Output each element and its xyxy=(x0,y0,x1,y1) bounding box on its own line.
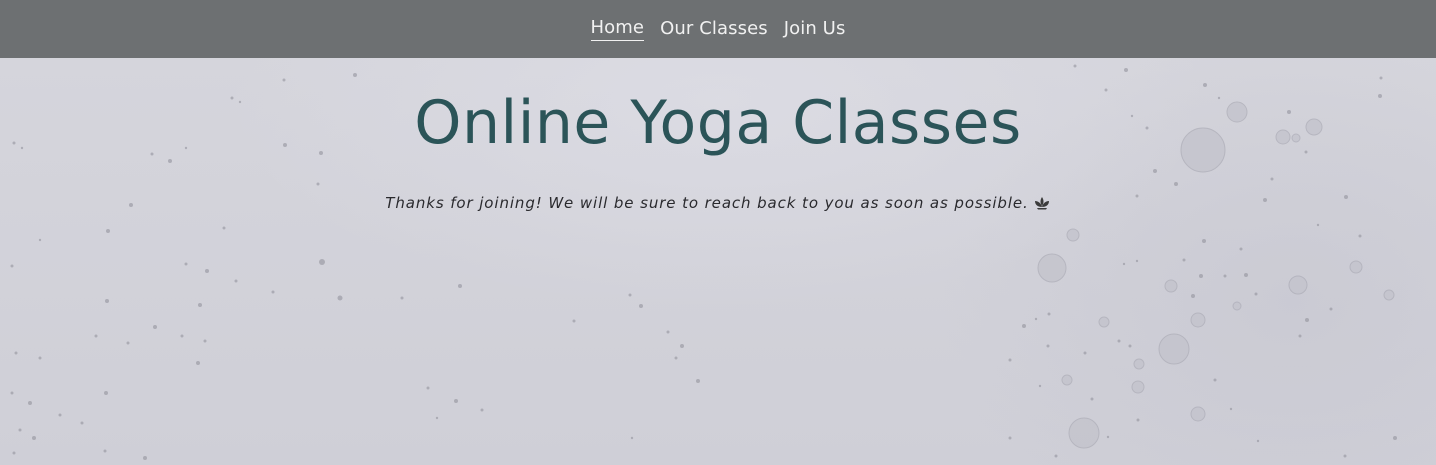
hero-section: Online Yoga Classes Thanks for joining! … xyxy=(0,58,1436,465)
page-title: Online Yoga Classes xyxy=(414,88,1022,158)
lotus-icon xyxy=(1033,196,1051,214)
nav-link-our-classes[interactable]: Our Classes xyxy=(660,18,768,41)
nav-link-join-us[interactable]: Join Us xyxy=(784,18,846,41)
top-navigation: Home Our Classes Join Us xyxy=(0,0,1436,58)
confirmation-message: Thanks for joining! We will be sure to r… xyxy=(0,194,1436,214)
confirmation-message-text: Thanks for joining! We will be sure to r… xyxy=(385,194,1029,212)
nav-link-home[interactable]: Home xyxy=(590,17,645,41)
